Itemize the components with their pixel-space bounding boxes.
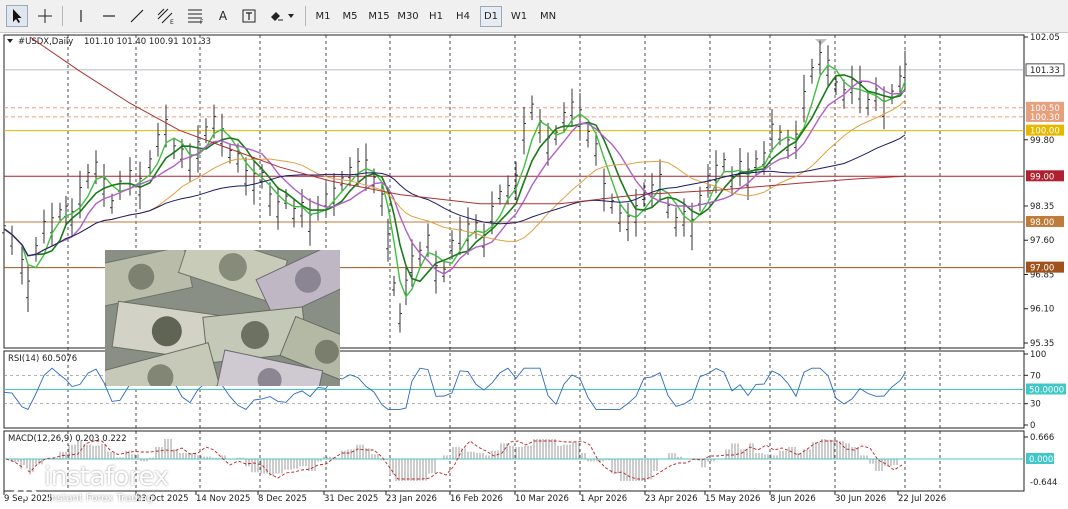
rsi-axis-label: 30 <box>1030 400 1041 410</box>
channel-icon: E <box>157 8 174 25</box>
instaforex-logo-icon <box>9 465 41 499</box>
rsi-axis-label: 70 <box>1030 371 1041 381</box>
price-level-tag-label: 98.00 <box>1030 218 1054 228</box>
equidistant-channel-button[interactable]: E <box>154 5 178 27</box>
horizontal-line-icon <box>103 15 115 17</box>
vertical-line-button[interactable] <box>70 5 92 27</box>
date-axis-label: 30 Jun 2026 <box>835 494 886 504</box>
date-axis-label: 1 Apr 2026 <box>580 494 627 504</box>
date-axis-label: 8 Jun 2026 <box>770 494 816 504</box>
date-axis-label: 10 Mar 2026 <box>515 494 569 504</box>
text-tool-button[interactable]: A <box>212 5 234 27</box>
ohlc-values: 101.10 101.40 100.91 101.33 <box>84 37 211 47</box>
timeframe-mn-button[interactable]: MN <box>536 6 560 27</box>
timeframe-d1-button[interactable]: D1 <box>480 6 502 27</box>
macd-axis-label-bottom: -0.644 <box>1030 478 1057 488</box>
price-axis-label: 98.35 <box>1030 202 1054 212</box>
price-axis-label: 102.05 <box>1030 33 1060 43</box>
price-axis-label: 97.60 <box>1030 236 1054 246</box>
macd-zero-tag-label: 0.000 <box>1029 455 1053 465</box>
trendline-button[interactable] <box>126 5 148 27</box>
current-price-value: 101.33 <box>1030 66 1060 76</box>
timeframe-m30-button[interactable]: M30 <box>395 6 421 27</box>
trendline-icon <box>130 9 144 23</box>
watermark-brand: instaforex <box>44 462 169 492</box>
price-level-tag-label: 100.00 <box>1030 127 1060 137</box>
horizontal-line-button[interactable] <box>98 5 120 27</box>
timeframe-h1-button[interactable]: H1 <box>424 6 448 27</box>
toolbar-divider <box>62 6 63 26</box>
date-axis-label: 8 Dec 2025 <box>258 494 307 504</box>
text-label-button[interactable] <box>238 5 260 27</box>
text-label-icon <box>242 9 256 23</box>
timeframe-m1-button[interactable]: M1 <box>311 6 335 27</box>
symbol-label: #USDX,Daily <box>18 37 73 47</box>
macd-label: MACD(12,26,9) 0.203 0.222 <box>8 434 127 444</box>
date-axis-label: 16 Feb 2026 <box>450 494 503 504</box>
rsi-label: RSI(14) 60.5076 <box>8 354 77 364</box>
timeframe-w1-button[interactable]: W1 <box>507 6 531 27</box>
svg-text:F: F <box>200 19 204 25</box>
rsi-axis-label: 0 <box>1030 421 1035 431</box>
shapes-icon <box>271 12 294 21</box>
watermark-tagline: Instant Forex Trading <box>48 493 154 504</box>
trading-terminal: E F A M1 M5 M15 M30 H1 H4 D1 W1 MN 102.05 99.80 98… <box>0 0 1068 509</box>
date-axis-label: 22 Jul 2026 <box>898 494 946 504</box>
arrow-cursor-icon <box>13 9 22 23</box>
instaforex-watermark: instaforex Instant Forex Trading <box>4 462 204 508</box>
date-axis-label: 15 May 2026 <box>705 494 760 504</box>
rsi-level-tag-label: 50.0000 <box>1029 386 1064 396</box>
crosshair-tool-button[interactable] <box>34 5 56 27</box>
timeframe-m5-button[interactable]: M5 <box>338 6 362 27</box>
date-axis-label: 14 Nov 2025 <box>196 494 250 504</box>
shapes-dropdown-button[interactable] <box>266 5 298 27</box>
text-tool-label: A <box>218 9 228 23</box>
toolbar-divider <box>305 6 306 26</box>
timeframe-h4-button[interactable]: H4 <box>451 6 475 27</box>
vertical-line-icon <box>80 10 82 22</box>
price-axis-label: 99.80 <box>1030 136 1054 146</box>
chart-toolbar: E F A M1 M5 M15 M30 H1 H4 D1 W1 MN <box>0 0 1068 33</box>
date-axis-label: 23 Jan 2026 <box>386 494 437 504</box>
rsi-axis-label: 100 <box>1030 350 1046 360</box>
price-axis-label: 96.10 <box>1030 305 1054 315</box>
dollar-bills-photo <box>105 250 340 386</box>
fibonacci-icon: F <box>188 9 204 25</box>
price-level-tag-label: 99.00 <box>1030 172 1054 182</box>
price-axis-label: 95.35 <box>1030 339 1054 349</box>
timeframe-m15-button[interactable]: M15 <box>365 6 393 27</box>
fibonacci-button[interactable]: F <box>184 5 208 27</box>
crosshair-icon <box>38 9 52 23</box>
date-axis-label: 31 Dec 2025 <box>324 494 378 504</box>
price-level-tag-label: 97.00 <box>1030 264 1054 274</box>
svg-text:E: E <box>170 19 174 25</box>
cursor-tool-button[interactable] <box>6 5 28 27</box>
macd-axis-label-top: 0.666 <box>1030 433 1054 443</box>
date-axis-label: 23 Apr 2026 <box>645 494 698 504</box>
price-level-tag-label: 100.30 <box>1030 113 1060 123</box>
